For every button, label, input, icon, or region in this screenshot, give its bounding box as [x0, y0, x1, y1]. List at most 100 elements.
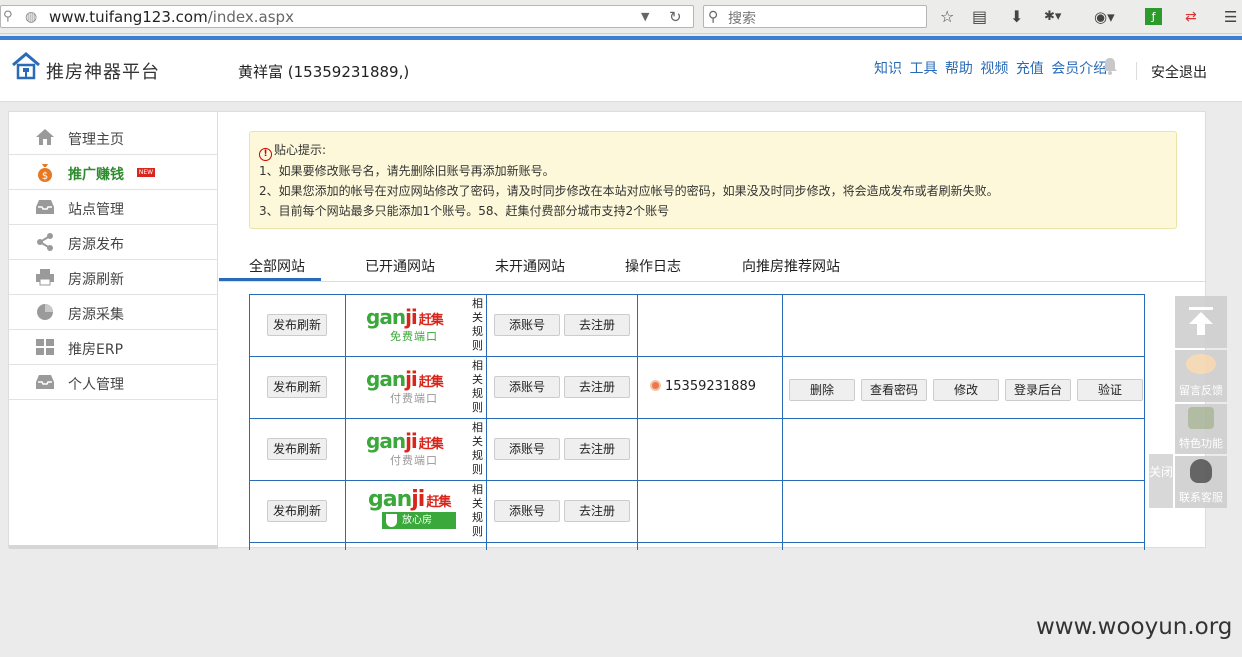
bookmark-star-icon[interactable]: ☆ [940, 7, 954, 27]
sidebar: 管理主页 $ 推广赚钱 NEW 站点管理 房源发布 房源刷新 房源采集 推房ER… [9, 112, 218, 549]
search-input[interactable]: ⚲ 搜索 [703, 5, 927, 28]
rules-link[interactable]: 相关规则 [472, 483, 484, 539]
sidebar-item-collect[interactable]: 房源采集 [9, 295, 218, 330]
add-account-button[interactable]: 添账号 [494, 376, 560, 398]
login-backend-button[interactable]: 登录后台 [1005, 379, 1071, 401]
sidebar-item-label: 站点管理 [68, 202, 124, 218]
rules-link[interactable]: 相关规则 [472, 421, 484, 477]
sidebar-item-label: 房源采集 [68, 307, 124, 323]
account-cell [638, 295, 783, 356]
back-to-top-button[interactable] [1175, 296, 1227, 348]
sidebar-item-refresh[interactable]: 房源刷新 [9, 260, 218, 295]
publish-refresh-button[interactable]: 发布刷新 [267, 314, 327, 336]
logout-link[interactable]: 安全退出 [1151, 62, 1207, 82]
address-bar[interactable]: ⚲ ◍ www.tuifang123.com/index.aspx ▼ ↻ [0, 5, 694, 28]
ganji-logo: ganji 赶集 [366, 367, 444, 391]
download-icon[interactable]: ⬇ [1010, 7, 1023, 27]
account-actions-cell: 添账号 去注册 [487, 357, 638, 418]
account-name: 15359231889 [650, 379, 756, 394]
link-recharge[interactable]: 充值 [1016, 61, 1044, 77]
link-membership[interactable]: 会员介绍 [1051, 61, 1107, 77]
globe-icon: ◍ [25, 9, 38, 25]
bell-icon[interactable] [1102, 57, 1118, 75]
sidebar-item-sites[interactable]: 站点管理 [9, 190, 218, 225]
link-video[interactable]: 视频 [980, 61, 1008, 77]
sidebar-item-home[interactable]: 管理主页 [9, 120, 218, 155]
table-row: 发布刷新 ganji 赶集 放心房 相关规则 添账号 去注册 [249, 480, 1145, 542]
contact-support-button[interactable]: 联系客服 [1175, 456, 1227, 508]
features-button[interactable]: 特色功能 [1175, 404, 1227, 454]
sidebar-item-promote[interactable]: $ 推广赚钱 NEW [9, 155, 218, 190]
register-button[interactable]: 去注册 [564, 438, 630, 460]
add-account-button[interactable]: 添账号 [494, 314, 560, 336]
feature-icon [1188, 407, 1214, 429]
share-icon [37, 233, 53, 251]
dropdown-icon[interactable]: ▼ [641, 7, 649, 27]
warning-icon: ! [259, 148, 272, 161]
verify-button[interactable]: 验证 [1077, 379, 1143, 401]
rules-link[interactable]: 相关规则 [472, 297, 484, 353]
sidebar-item-publish[interactable]: 房源发布 [9, 225, 218, 260]
new-badge: NEW [137, 168, 155, 177]
view-password-button[interactable]: 查看密码 [861, 379, 927, 401]
rules-link[interactable]: 相关规则 [472, 359, 484, 415]
publish-refresh-button[interactable]: 发布刷新 [267, 500, 327, 522]
publish-refresh-button[interactable]: 发布刷新 [267, 376, 327, 398]
main-panel: 管理主页 $ 推广赚钱 NEW 站点管理 房源发布 房源刷新 房源采集 推房ER… [8, 111, 1207, 550]
reading-list-icon[interactable]: ▤ [972, 7, 987, 27]
publish-refresh-button[interactable]: 发布刷新 [267, 438, 327, 460]
account-cell [638, 481, 783, 542]
ganji-logo: ganji 赶集 [366, 429, 444, 453]
notice-line: 1、如果要修改账号名，请先删除旧账号再添加新账号。 [259, 164, 555, 178]
table-row: 发布刷新 ganji 赶集 免费端口 相关规则 添账号 去注册 [249, 294, 1145, 356]
edit-button[interactable]: 修改 [933, 379, 999, 401]
inbox-icon [36, 200, 54, 214]
arrow-up-icon [1189, 307, 1213, 335]
account-actions-cell: 添账号 去注册 [487, 419, 638, 480]
tab-unopened-sites[interactable]: 未开通网站 [495, 256, 565, 276]
site-logo-cell [346, 543, 487, 550]
tab-opened-sites[interactable]: 已开通网站 [365, 256, 435, 276]
add-account-button[interactable]: 添账号 [494, 438, 560, 460]
register-button[interactable]: 去注册 [564, 314, 630, 336]
shield-check-icon [386, 514, 397, 527]
shield-icon[interactable]: ◉▾ [1094, 7, 1115, 27]
notice-line: 3、目前每个网站最多只能添加1个账号。58、赶集付费部分城市支持2个账号 [259, 204, 670, 218]
feedback-button[interactable]: 留言反馈 [1175, 350, 1227, 402]
site-logo-cell: ganji 赶集 放心房 相关规则 [346, 481, 487, 542]
sync-icon[interactable]: ⇄ [1185, 7, 1197, 27]
extension-icon[interactable]: ✱▾ [1044, 7, 1061, 27]
notice-line: 2、如果您添加的帐号在对应网站修改了密码，请及时同步修改在本站对应帐号的密码，如… [259, 184, 999, 198]
publish-cell: 发布刷新 [250, 295, 346, 356]
register-button[interactable]: 去注册 [564, 376, 630, 398]
tab-recommend-site[interactable]: 向推房推荐网站 [742, 256, 840, 276]
publish-cell [250, 543, 346, 550]
menu-icon[interactable]: ☰ [1224, 7, 1237, 27]
close-float-button[interactable]: 关闭 [1149, 454, 1173, 508]
sidebar-scrollbar[interactable] [9, 545, 218, 549]
site-logo-cell: ganji 赶集 付费端口 相关规则 [346, 357, 487, 418]
home-icon [36, 129, 54, 145]
port-type: 付费端口 [390, 392, 438, 405]
tab-all-sites[interactable]: 全部网站 [249, 256, 305, 276]
delete-button[interactable]: 删除 [789, 379, 855, 401]
browser-toolbar: ⚲ ◍ www.tuifang123.com/index.aspx ▼ ↻ ⚲ … [0, 0, 1242, 34]
sidebar-item-erp[interactable]: 推房ERP [9, 330, 218, 365]
sidebar-item-label: 管理主页 [68, 132, 124, 148]
publish-cell: 发布刷新 [250, 419, 346, 480]
link-tools[interactable]: 工具 [909, 61, 937, 77]
sidebar-item-personal[interactable]: 个人管理 [9, 365, 218, 400]
account-cell: 15359231889 [638, 357, 783, 418]
support-label: 联系客服 [1179, 491, 1223, 504]
chat-bubble-icon [1186, 354, 1216, 374]
add-account-button[interactable]: 添账号 [494, 500, 560, 522]
register-button[interactable]: 去注册 [564, 500, 630, 522]
url-text: www.tuifang123.com/index.aspx [49, 8, 294, 26]
tab-operation-log[interactable]: 操作日志 [625, 256, 681, 276]
pie-icon [37, 304, 53, 320]
flash-icon[interactable]: ƒ [1145, 8, 1162, 25]
reload-icon[interactable]: ↻ [669, 7, 682, 27]
link-knowledge[interactable]: 知识 [874, 61, 902, 77]
site-logo-text[interactable]: 推房神器平台 [46, 58, 160, 84]
link-help[interactable]: 帮助 [945, 61, 973, 77]
